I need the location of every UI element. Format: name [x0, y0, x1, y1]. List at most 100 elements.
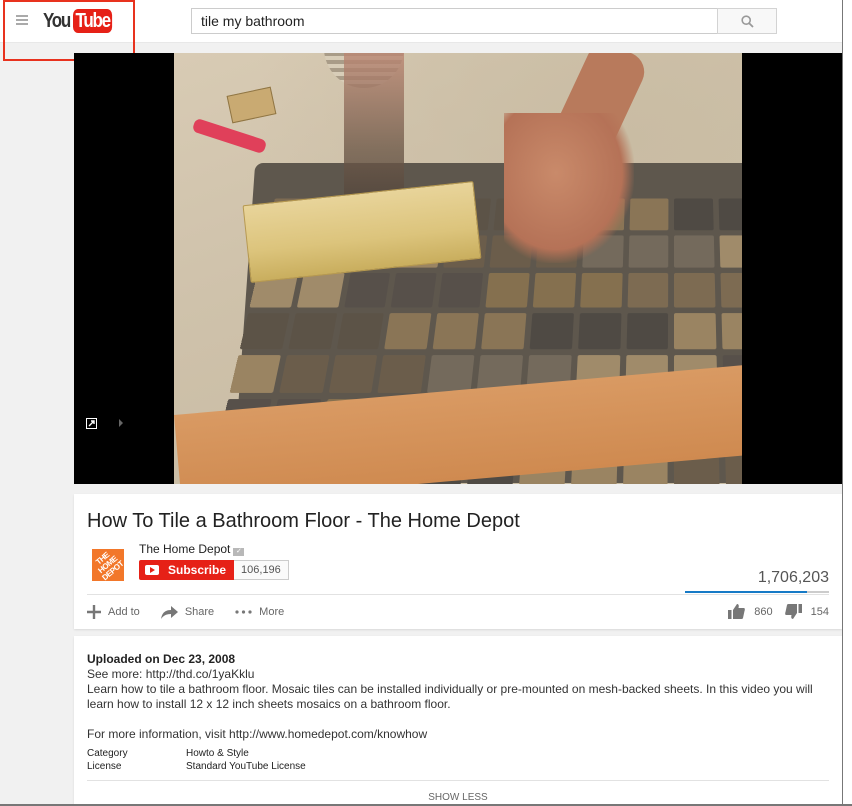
mosaic-tile: [721, 313, 742, 350]
meta-label: License: [87, 761, 122, 772]
channel-avatar[interactable]: THE HOME DEPOT: [92, 549, 124, 581]
search-button[interactable]: [717, 8, 777, 34]
video-frame[interactable]: [174, 53, 742, 484]
mosaic-tile: [719, 235, 742, 269]
dislike-count: 154: [810, 605, 829, 618]
sentiment-bar: [685, 591, 829, 593]
guide-menu-button[interactable]: [16, 15, 28, 25]
mosaic-tile: [481, 313, 527, 350]
search-form: [191, 8, 777, 34]
thumbs-down-icon: [784, 604, 802, 619]
show-less-button[interactable]: SHOW LESS: [74, 792, 842, 803]
mosaic-tile: [532, 273, 576, 308]
mosaic-tile: [427, 354, 475, 393]
see-more-prefix: See more:: [87, 667, 146, 681]
action-bar: Add to Share More: [87, 604, 305, 620]
search-input[interactable]: [191, 8, 717, 34]
description: Uploaded on Dec 23, 2008 See more: http:…: [87, 652, 832, 742]
meta-row-license: License Standard YouTube License: [87, 760, 306, 773]
ratings: 860 154: [716, 604, 829, 619]
plus-icon: [87, 605, 101, 619]
chevron-right-icon[interactable]: [119, 419, 123, 427]
like-count: 860: [754, 605, 773, 618]
video-info-card: How To Tile a Bathroom Floor - The Home …: [74, 494, 842, 629]
share-label: Share: [184, 606, 215, 618]
mosaic-tile: [239, 313, 290, 350]
mosaic-tile: [288, 313, 337, 350]
youtube-play-icon: [145, 565, 159, 575]
mosaic-tile: [627, 273, 669, 308]
subscribe-label: Subscribe: [168, 563, 227, 577]
meta-label: Category: [87, 748, 128, 759]
dislike-button[interactable]: 154: [784, 604, 829, 619]
mosaic-tile: [718, 198, 742, 231]
meta-value[interactable]: Howto & Style: [186, 747, 249, 760]
more-label: More: [259, 606, 285, 618]
share-button[interactable]: Share: [160, 605, 215, 619]
more-button[interactable]: More: [235, 606, 284, 618]
mosaic-tile: [296, 273, 345, 308]
mosaic-tile: [720, 273, 742, 308]
upload-date: Uploaded on Dec 23, 2008: [87, 652, 236, 666]
subscriber-count: 106,196: [234, 560, 289, 580]
like-button[interactable]: 860: [728, 604, 773, 619]
video-title: How To Tile a Bathroom Floor - The Home …: [87, 510, 520, 532]
mosaic-tile: [529, 313, 574, 350]
mosaic-tile: [674, 235, 715, 269]
share-arrow-icon: [160, 605, 178, 619]
more-info-line: For more information, visit http://www.h…: [87, 727, 832, 742]
logo-you-text: You: [43, 9, 71, 32]
see-more-link[interactable]: http://thd.co/1yaKklu: [146, 667, 255, 681]
hand-graphic: [504, 113, 634, 263]
mosaic-tile: [279, 354, 330, 393]
hamburger-menu-icon: [16, 15, 28, 17]
meta-value: Standard YouTube License: [186, 761, 306, 772]
mosaic-tile: [485, 273, 530, 308]
home-depot-logo-icon: THE HOME DEPOT: [94, 550, 124, 581]
mosaic-tile: [328, 354, 378, 393]
description-card: Uploaded on Dec 23, 2008 See more: http:…: [74, 636, 842, 806]
thumbs-up-icon: [728, 604, 746, 619]
masthead: You Tube: [0, 0, 842, 43]
youtube-logo[interactable]: You Tube: [43, 9, 119, 33]
add-to-button[interactable]: Add to: [87, 605, 140, 619]
meta-row-category: Category Howto & Style: [87, 747, 306, 760]
more-info-link[interactable]: http://www.homedepot.com/knowhow: [229, 727, 427, 741]
mosaic-tile: [577, 313, 622, 350]
view-count: 1,706,203: [757, 569, 829, 586]
mosaic-tile: [391, 273, 437, 308]
sentiment-bar-likes: [685, 591, 808, 593]
see-more-line: See more: http://thd.co/1yaKklu: [87, 667, 832, 682]
more-dots-icon: [235, 610, 252, 614]
logo-tube-text: Tube: [73, 9, 113, 33]
video-metadata: Category Howto & Style License Standard …: [87, 747, 306, 773]
mosaic-tile: [628, 235, 669, 269]
channel-name-link[interactable]: The Home Depot ✓: [139, 542, 245, 556]
description-body: Learn how to tile a bathroom floor. Mosa…: [87, 682, 813, 711]
more-info-prefix: For more information, visit: [87, 727, 230, 741]
mosaic-tile: [629, 198, 669, 231]
subscribe-button[interactable]: Subscribe: [139, 560, 235, 580]
mosaic-tile: [343, 273, 391, 308]
mosaic-tile: [579, 273, 623, 308]
mosaic-tile: [438, 273, 484, 308]
mosaic-tile: [674, 273, 716, 308]
divider: [87, 594, 829, 595]
mosaic-tile: [674, 198, 714, 231]
hamburger-line: [16, 19, 28, 21]
mosaic-tile: [432, 313, 479, 350]
mosaic-tile: [384, 313, 432, 350]
subscribe-row: Subscribe 106,196: [139, 560, 289, 580]
verified-check-icon: ✓: [233, 548, 245, 556]
search-icon: [740, 14, 754, 28]
mosaic-tile: [336, 313, 385, 350]
channel-name: The Home Depot: [139, 542, 231, 556]
hamburger-line: [16, 23, 28, 25]
external-link-icon: [88, 420, 95, 427]
video-player[interactable]: [74, 53, 842, 484]
popout-button[interactable]: [86, 418, 97, 429]
window-edge: [842, 0, 852, 806]
mosaic-tile: [229, 354, 281, 393]
mosaic-tile: [377, 354, 427, 393]
